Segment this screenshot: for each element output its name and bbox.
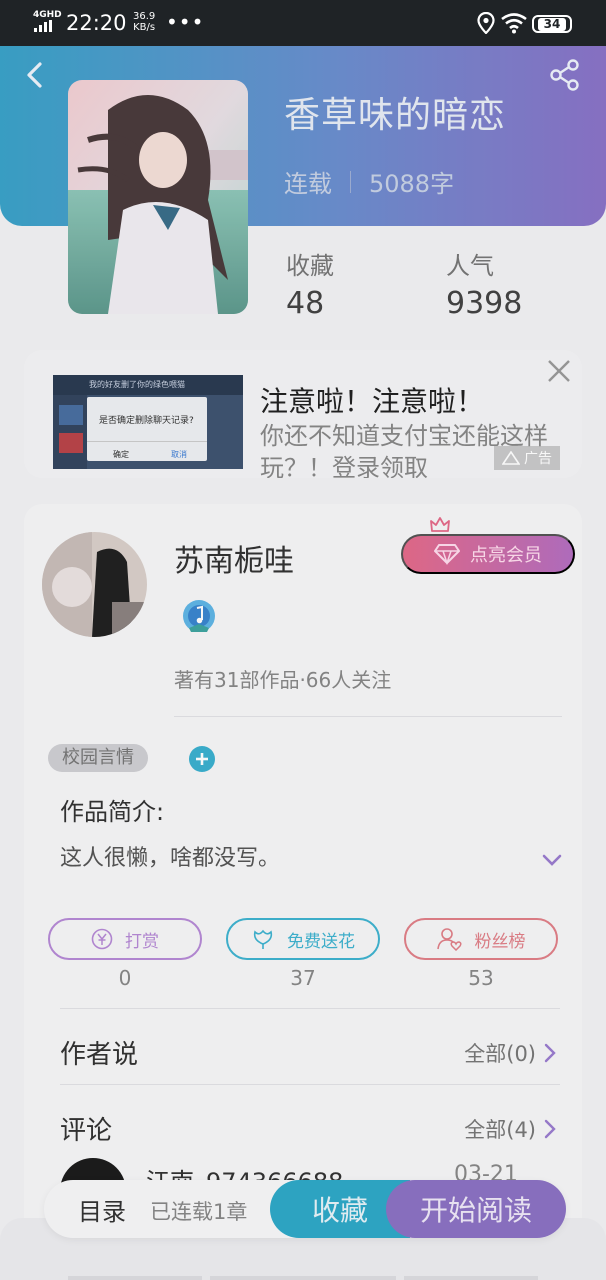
- start-reading-button[interactable]: 开始阅读: [386, 1180, 566, 1238]
- vip-button-label: 点亮会员: [470, 545, 542, 565]
- fan-ranking-label: 粉丝榜: [474, 931, 526, 951]
- ad-headline: 注意啦！注意啦！: [260, 385, 485, 418]
- avatar[interactable]: [42, 532, 147, 637]
- vip-button[interactable]: 点亮会员: [401, 534, 575, 574]
- clock: 22:20: [66, 11, 127, 35]
- ad-label: 广告: [494, 446, 560, 470]
- sheet-tab-indicator: [404, 1276, 538, 1280]
- ad-thumb-dialog: 是否确定删除聊天记录?: [99, 416, 194, 426]
- divider: [60, 1084, 560, 1085]
- intro-title: 作品简介:: [60, 798, 165, 826]
- table-of-contents-button[interactable]: 目录: [78, 1192, 126, 1227]
- close-icon[interactable]: [544, 356, 574, 386]
- comments-more-label: 全部(4): [464, 1118, 536, 1142]
- crown-icon: [430, 517, 450, 532]
- music-badge-icon: [183, 600, 215, 632]
- battery-level: 34: [537, 17, 567, 31]
- divider: [174, 716, 562, 717]
- author-name[interactable]: 苏南栀哇: [174, 536, 294, 580]
- author-says-more[interactable]: 全部(0): [464, 1038, 556, 1068]
- send-flower-label: 免费送花: [287, 931, 355, 951]
- ad-brand-icon: [502, 451, 520, 465]
- tip-button[interactable]: 打赏: [48, 918, 202, 960]
- yen-coin-icon: [91, 928, 113, 950]
- chevron-right-icon: [544, 1119, 556, 1139]
- serial-progress: 已连载1章: [150, 1200, 248, 1224]
- ad-thumb-cancel: 取消: [171, 450, 187, 459]
- book-title: 香草味的暗恋: [284, 95, 507, 136]
- network-type: 4GHD: [33, 10, 62, 20]
- genre-tag[interactable]: 校园言情: [48, 744, 148, 772]
- author-says-more-label: 全部(0): [464, 1042, 536, 1066]
- signal-icon: [34, 20, 52, 32]
- add-tag-icon[interactable]: [188, 745, 216, 773]
- author-stats: 著有31部作品·66人关注: [174, 668, 392, 692]
- fan-user-icon: [436, 928, 462, 951]
- battery-icon: 34: [532, 15, 572, 33]
- status-bar: 4GHD 22:20 36.9 KB/s ••• 34: [0, 0, 606, 46]
- meta-divider: [350, 170, 351, 193]
- ad-image: 我的好友删了你的绿色喂猫 是否确定删除聊天记录? 确定 取消: [53, 375, 243, 469]
- network-speed: 36.9 KB/s: [133, 11, 155, 33]
- popularity-count: 9398: [446, 286, 523, 321]
- send-flower-button[interactable]: 免费送花: [226, 918, 380, 960]
- sheet-tab-indicator: [68, 1276, 202, 1280]
- book-cover[interactable]: [68, 80, 248, 314]
- divider: [60, 1008, 560, 1009]
- ad-thumb-confirm: 确定: [113, 450, 129, 459]
- intro-text: 这人很懒，啥都没写。: [60, 846, 281, 871]
- fan-ranking-button[interactable]: 粉丝榜: [404, 918, 558, 960]
- comments-more[interactable]: 全部(4): [464, 1114, 556, 1144]
- chevron-right-icon: [544, 1043, 556, 1063]
- ad-tag-text: 广告: [524, 451, 552, 467]
- more-notifications-icon: •••: [166, 10, 205, 34]
- word-count: 5088字: [369, 170, 455, 198]
- back-icon[interactable]: [20, 60, 50, 90]
- favorites-count: 48: [286, 286, 325, 321]
- book-meta: 连载 5088字: [284, 164, 454, 199]
- comments-title: 评论: [60, 1116, 113, 1146]
- favorites-label: 收藏: [286, 252, 334, 280]
- diamond-icon: [434, 544, 460, 565]
- speed-value: 36.9: [133, 11, 156, 22]
- ad-thumb-title: 我的好友删了你的绿色喂猫: [89, 380, 185, 389]
- ad-banner[interactable]: 我的好友删了你的绿色喂猫 是否确定删除聊天记录? 确定 取消 注意啦！注意啦！ …: [24, 350, 582, 478]
- author-says-title: 作者说: [60, 1040, 139, 1070]
- fan-count: 53: [468, 966, 494, 990]
- flower-icon: [253, 929, 273, 949]
- popularity-label: 人气: [446, 252, 494, 280]
- chevron-down-icon[interactable]: [541, 852, 563, 868]
- tip-count: 0: [118, 966, 132, 990]
- tip-label: 打赏: [125, 931, 159, 951]
- sheet-tab-indicator: [210, 1276, 396, 1280]
- share-icon[interactable]: [548, 58, 582, 92]
- speed-unit: KB/s: [133, 22, 156, 33]
- location-icon: [477, 12, 495, 34]
- book-status: 连载: [284, 170, 332, 198]
- flower-count: 37: [290, 966, 316, 990]
- wifi-icon: [501, 13, 527, 34]
